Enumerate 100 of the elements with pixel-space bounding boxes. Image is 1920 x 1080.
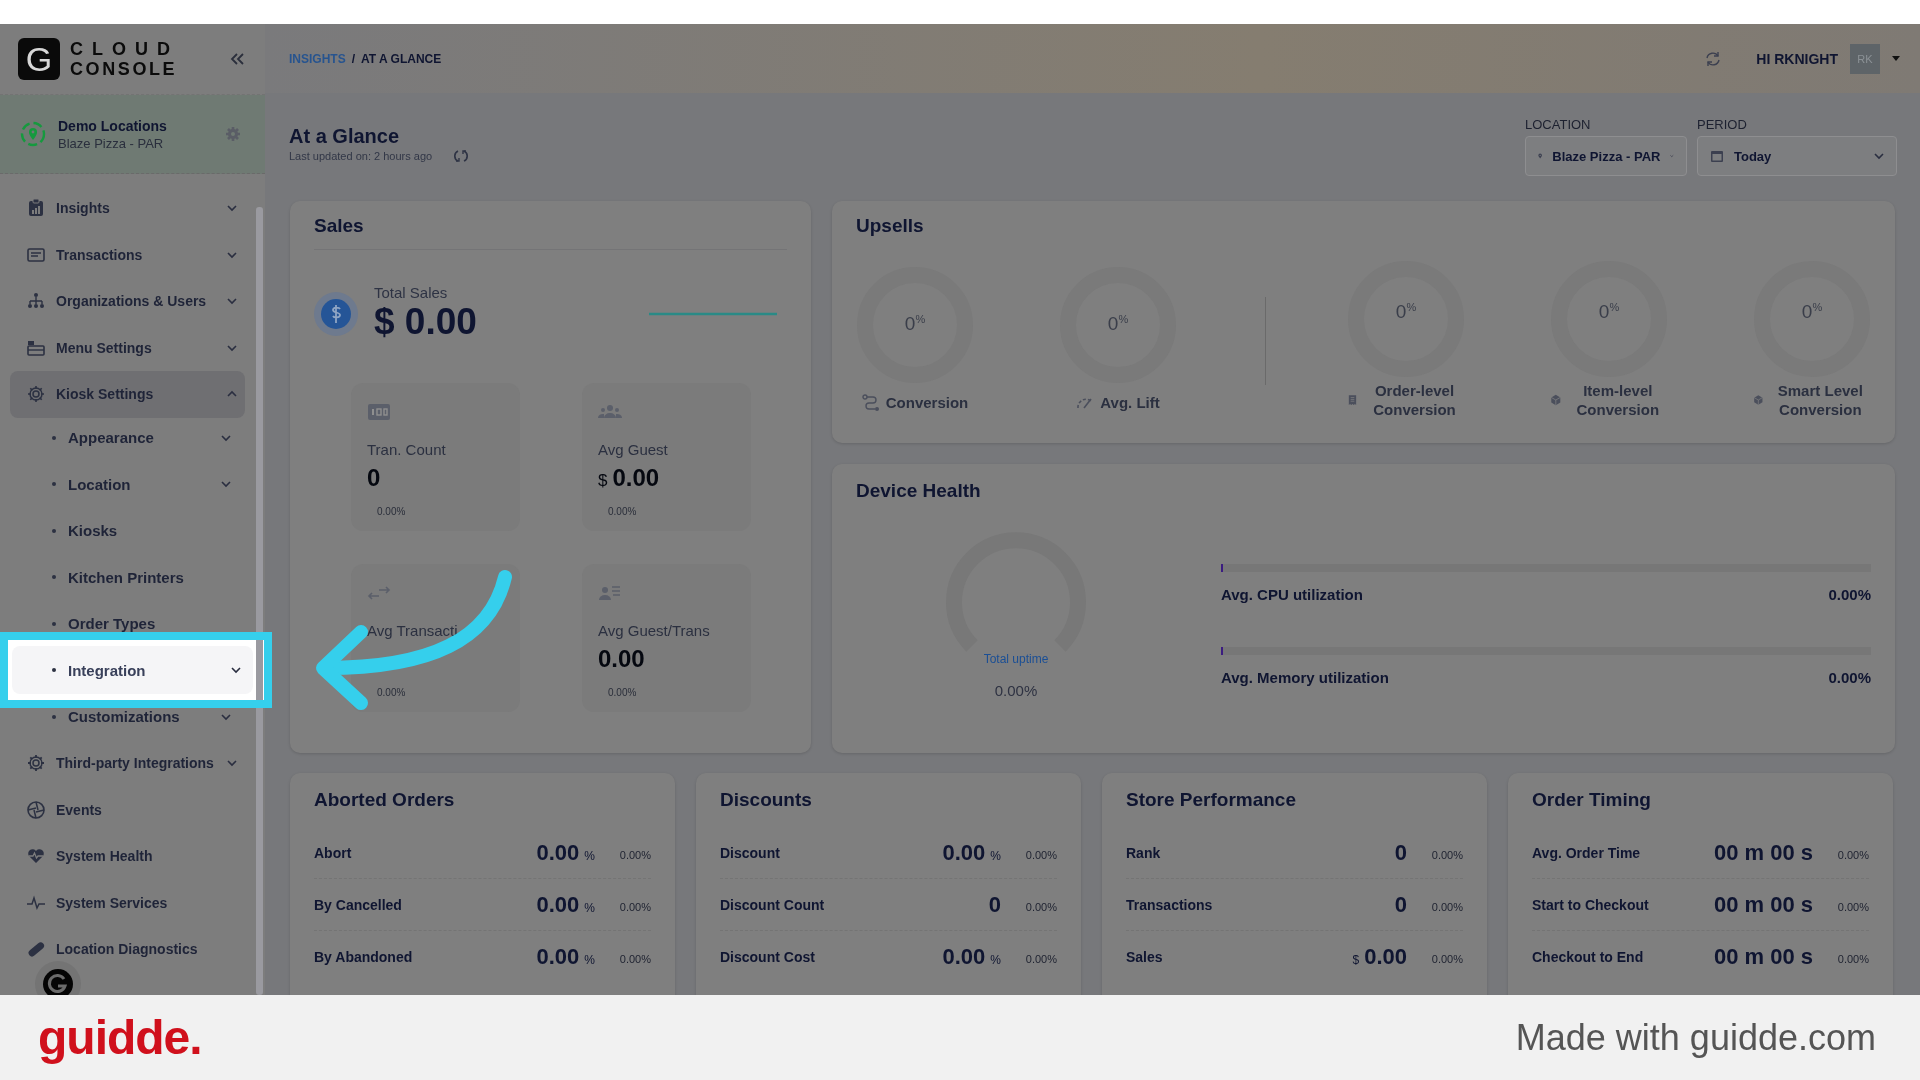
guidde-logo[interactable]: guidde. <box>38 1010 202 1065</box>
row-change: 0.00% <box>618 952 651 965</box>
chevron-down-icon <box>1874 152 1884 160</box>
metric-value: 0.00 <box>598 645 645 673</box>
sidebar-item[interactable]: Location Diagnostics <box>10 926 245 973</box>
row-label: Transactions <box>1126 896 1214 913</box>
gauge-value: 0$^{%}$ <box>1800 301 1824 324</box>
sidebar-item[interactable]: Kiosk Settings <box>10 371 245 418</box>
collapse-icon[interactable] <box>229 52 245 66</box>
meter-label: Avg. CPU utilization <box>1221 586 1363 603</box>
gauge-label: Avg. Lift <box>1100 393 1160 412</box>
gauge-value: 0$^{%}$ <box>1597 301 1621 324</box>
location-name[interactable]: Demo Locations <box>58 117 213 134</box>
unit-label: % <box>990 848 1001 863</box>
breadcrumb-separator: / <box>351 51 355 66</box>
page-title: At a Glance <box>289 125 401 148</box>
row-change: 0.00% <box>1024 900 1057 913</box>
gear-icon[interactable] <box>225 126 241 142</box>
uptime-value: 0.00% <box>994 682 1038 699</box>
unit-label: % <box>990 952 1001 967</box>
filter-label: PERIOD <box>1697 117 1748 132</box>
period-dropdown[interactable]: Today <box>1697 136 1897 176</box>
metric-label: Avg Guest/Trans <box>598 622 711 639</box>
sidebar-subitem[interactable]: Kiosks <box>12 522 243 539</box>
row-value: 0 <box>988 891 1001 918</box>
row-change: 0.00% <box>1024 952 1057 965</box>
row-change: 0.00% <box>1836 848 1869 861</box>
sidebar-subitem[interactable]: Appearance <box>12 429 243 446</box>
user-greeting[interactable]: HI RKNIGHT <box>1756 50 1838 67</box>
card-title: Store Performance <box>1126 789 1297 811</box>
row-label: Start to Checkout <box>1532 896 1650 913</box>
aperture-icon <box>26 799 46 820</box>
row-change: 0.00% <box>1836 952 1869 965</box>
row-label: Discount Cost <box>720 948 816 965</box>
currency-symbol: $ <box>1352 952 1360 967</box>
filter-label: LOCATION <box>1525 117 1592 132</box>
total-sales-label: Total Sales <box>374 284 449 301</box>
sidebar-item[interactable]: Organizations & Users <box>10 278 245 325</box>
sidebar-item[interactable]: Third-party Integrations <box>10 740 245 787</box>
total-sales-value: $ 0.00 <box>374 301 477 343</box>
sidebar-subitem[interactable]: Location <box>12 476 243 493</box>
meter-value: 0.00% <box>1828 669 1871 686</box>
row-label: Checkout to End <box>1532 948 1645 965</box>
row-label: Rank <box>1126 844 1162 861</box>
metric-change: 0.00% <box>377 506 407 517</box>
metric-label: Tran. Count <box>367 441 447 458</box>
row-value: 0.00 <box>942 943 986 970</box>
gauge-value: 0$^{%}$ <box>903 313 927 336</box>
metric-change: 0.00% <box>608 687 638 698</box>
gauge-label: Item-level Conversion <box>1575 381 1661 419</box>
sidebar-subitem[interactable]: Kitchen Printers <box>12 569 243 586</box>
route-icon <box>861 393 880 412</box>
location-dropdown[interactable]: Blaze Pizza - PAR <box>1525 136 1687 176</box>
row-value: 0.00 <box>536 839 580 866</box>
sidebar-subitem[interactable]: Order Types <box>12 615 243 632</box>
row-change: 0.00% <box>1430 848 1463 861</box>
sidebar-item[interactable]: Insights <box>10 185 245 232</box>
row-label: By Abandoned <box>314 948 414 965</box>
credit-text: Made with guidde.com <box>1515 1016 1876 1059</box>
last-updated-text: Last updated on: 2 hours ago <box>289 150 433 162</box>
location-subtitle: Blaze Pizza - PAR <box>58 135 165 151</box>
row-value: 00 m 00 s <box>1713 943 1813 970</box>
row-value: 0.00 <box>536 943 580 970</box>
caret-icon[interactable] <box>1892 55 1900 62</box>
sidebar-item[interactable]: System Health <box>10 833 245 880</box>
row-label: Sales <box>1126 948 1164 965</box>
logo-text: CLOUD <box>70 39 179 59</box>
sidebar-subitem[interactable]: Integration <box>12 646 253 695</box>
refresh-icon[interactable] <box>1704 49 1723 68</box>
gauge-label: Conversion <box>885 393 969 412</box>
metric-value: 0.00 <box>612 464 660 492</box>
gauge-value: 0$^{%}$ <box>1394 301 1418 324</box>
row-value: 00 m 00 s <box>1713 891 1813 918</box>
row-label: Abort <box>314 844 353 861</box>
number-badge-icon <box>367 401 391 423</box>
row-change: 0.00% <box>1430 952 1463 965</box>
row-value: 0.00 <box>942 839 986 866</box>
refresh-icon[interactable] <box>454 149 469 163</box>
logo-text: CONSOLE <box>70 59 179 79</box>
row-value: 0 <box>1394 839 1407 866</box>
row-change: 0.00% <box>618 900 651 913</box>
meter-value: 0.00% <box>1828 586 1871 603</box>
metric-value: 0 <box>367 464 381 492</box>
card-title: Order Timing <box>1532 789 1652 811</box>
sidebar-item[interactable]: Menu Settings <box>10 324 245 371</box>
row-value: 0.00 <box>1364 943 1407 970</box>
metric-label: Avg Transacti <box>367 622 459 639</box>
gear-icon <box>26 384 46 405</box>
sidebar-item[interactable]: System Services <box>10 879 245 926</box>
sidebar-subitem[interactable]: Customizations <box>12 708 243 725</box>
currency-symbol: $ <box>598 471 608 491</box>
row-value: 00 m 00 s <box>1713 839 1813 866</box>
sidebar-item[interactable]: Transactions <box>10 231 245 278</box>
metric-change: 0.00% <box>608 506 638 517</box>
location-pin-icon <box>20 121 46 147</box>
clipboard-chart-icon <box>26 198 46 219</box>
sidebar-item[interactable]: Events <box>10 786 245 833</box>
scrollbar[interactable] <box>256 207 263 995</box>
metric-change: 0.00% <box>377 687 407 698</box>
card-title: Upsells <box>856 215 925 237</box>
